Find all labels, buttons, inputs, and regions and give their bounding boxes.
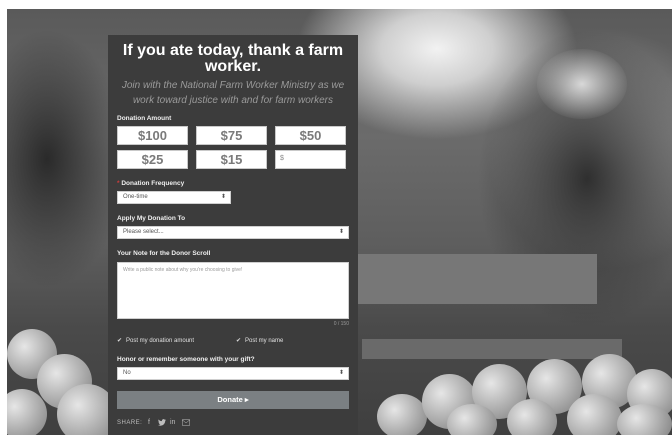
- apply-donation-select[interactable]: Please select... ⬍: [117, 226, 349, 239]
- donate-button[interactable]: Donate ▸: [117, 391, 349, 409]
- apply-donation-label: Apply My Donation To: [117, 215, 186, 222]
- amount-15-button[interactable]: $15: [196, 150, 267, 169]
- select-caret-icon: ⬍: [338, 229, 344, 235]
- share-label: SHARE:: [117, 420, 143, 426]
- twitter-icon[interactable]: [158, 419, 166, 428]
- donation-amount-label: Donation Amount: [117, 115, 172, 122]
- post-amount-checkbox[interactable]: ✔ Post my donation amount: [117, 337, 194, 344]
- arrow-right-icon: ▸: [244, 395, 249, 404]
- amount-100-button[interactable]: $100: [117, 126, 188, 145]
- page-title: If you ate today, thank a farm worker.: [122, 42, 344, 75]
- amount-75-button[interactable]: $75: [196, 126, 267, 145]
- note-character-counter: 0 / 150: [333, 321, 349, 327]
- select-caret-icon: ⬍: [220, 194, 226, 200]
- checkmark-icon: ✔: [236, 338, 242, 344]
- amount-25-button[interactable]: $25: [117, 150, 188, 169]
- facebook-icon[interactable]: f: [148, 419, 150, 426]
- linkedin-icon[interactable]: in: [170, 419, 175, 426]
- honor-label: Honor or remember someone with your gift…: [117, 356, 255, 363]
- donor-note-textarea[interactable]: Write a public note about why you're cho…: [117, 262, 349, 319]
- donation-frequency-select[interactable]: One-time ⬍: [117, 191, 231, 204]
- donation-frequency-label: * Donation Frequency: [117, 180, 185, 187]
- select-caret-icon: ⬍: [338, 370, 344, 376]
- donation-form-panel: If you ate today, thank a farm worker. J…: [108, 35, 358, 435]
- currency-prefix: $: [280, 155, 284, 162]
- donor-note-placeholder: Write a public note about why you're cho…: [123, 267, 243, 273]
- required-mark: *: [117, 180, 120, 187]
- honor-select[interactable]: No ⬍: [117, 367, 349, 380]
- page-subtitle: Join with the National Farm Worker Minis…: [121, 80, 345, 106]
- checkmark-icon: ✔: [117, 338, 123, 344]
- custom-amount-input[interactable]: $: [275, 150, 346, 169]
- email-icon[interactable]: [182, 419, 190, 428]
- amount-50-button[interactable]: $50: [275, 126, 346, 145]
- post-name-checkbox[interactable]: ✔ Post my name: [236, 337, 283, 344]
- donor-note-label: Your Note for the Donor Scroll: [117, 250, 211, 257]
